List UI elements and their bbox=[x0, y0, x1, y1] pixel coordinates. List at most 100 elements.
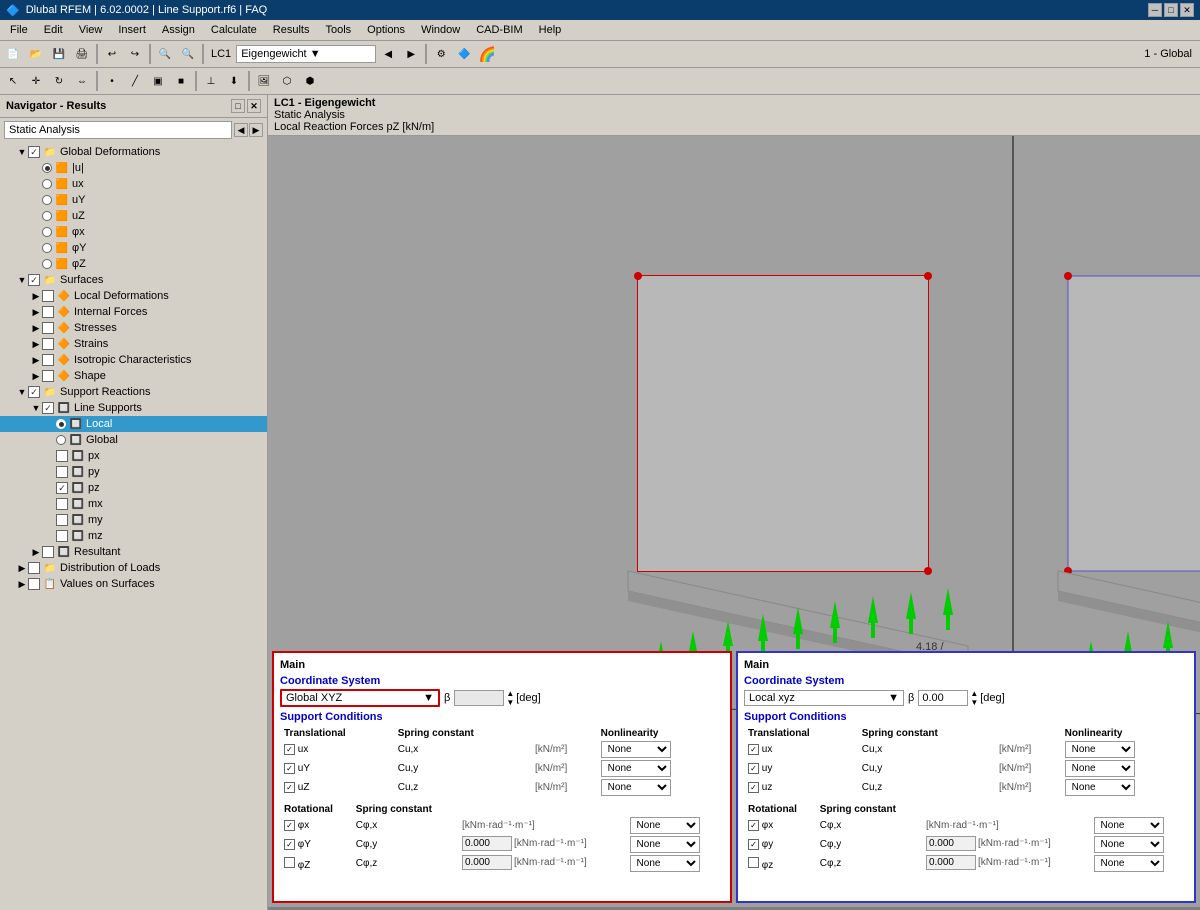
check-uy-left[interactable] bbox=[284, 763, 295, 774]
expand-line-supports[interactable]: ▼ bbox=[30, 402, 42, 414]
expand-surfaces[interactable]: ▼ bbox=[16, 274, 28, 286]
nonlin-uz-left[interactable]: None bbox=[601, 779, 671, 796]
view3d-button[interactable]: 🔷 bbox=[453, 43, 475, 65]
menu-cad-bim[interactable]: CAD-BIM bbox=[470, 22, 528, 38]
tree-item-my[interactable]: ▶ 🔲 my bbox=[0, 512, 267, 528]
tree-item-phiz[interactable]: ▶ 🟧 φZ bbox=[0, 256, 267, 272]
coord-system-dropdown-right[interactable]: Local xyz ▼ bbox=[744, 690, 904, 706]
phiy-val-right[interactable] bbox=[926, 836, 976, 851]
checkbox-mx[interactable] bbox=[56, 498, 68, 510]
beta-down-right[interactable]: ▼ bbox=[970, 698, 978, 707]
nav-search-input[interactable] bbox=[4, 121, 232, 139]
expand-isotropic[interactable]: ▶ bbox=[30, 354, 42, 366]
checkbox-support[interactable] bbox=[28, 386, 40, 398]
radio-phiz[interactable] bbox=[42, 259, 52, 269]
nonlin-phiz-right[interactable]: None bbox=[1094, 855, 1164, 872]
menu-tools[interactable]: Tools bbox=[319, 22, 357, 38]
nonlin-uy-left[interactable]: None bbox=[601, 760, 671, 777]
phiz-val-right[interactable] bbox=[926, 855, 976, 870]
nonlin-phix-right[interactable]: None bbox=[1094, 817, 1164, 834]
tree-item-distribution[interactable]: ▶ 📁 Distribution of Loads bbox=[0, 560, 267, 576]
checkbox-pz[interactable] bbox=[56, 482, 68, 494]
tree-item-internal-forces[interactable]: ▶ 🔶 Internal Forces bbox=[0, 304, 267, 320]
settings-button[interactable]: ⚙ bbox=[430, 43, 452, 65]
menu-insert[interactable]: Insert bbox=[112, 22, 152, 38]
check-phix-right[interactable] bbox=[748, 820, 759, 831]
checkbox-stresses[interactable] bbox=[42, 322, 54, 334]
render-button[interactable]: 🖼 bbox=[253, 70, 275, 92]
check-phiy-left[interactable] bbox=[284, 839, 295, 850]
menu-help[interactable]: Help bbox=[533, 22, 568, 38]
expand-support[interactable]: ▼ bbox=[16, 386, 28, 398]
expand-local-def[interactable]: ▶ bbox=[30, 290, 42, 302]
check-phiy-right[interactable] bbox=[748, 839, 759, 850]
nav-next-button[interactable]: ▶ bbox=[249, 123, 263, 137]
checkbox-local-def[interactable] bbox=[42, 290, 54, 302]
select-button[interactable]: ↖ bbox=[2, 70, 24, 92]
tree-item-phiy[interactable]: ▶ 🟧 φY bbox=[0, 240, 267, 256]
tree-item-phix[interactable]: ▶ 🟧 φx bbox=[0, 224, 267, 240]
tree-item-values-surfaces[interactable]: ▶ 📋 Values on Surfaces bbox=[0, 576, 267, 592]
check-uy-right[interactable] bbox=[748, 763, 759, 774]
radio-abs-u[interactable] bbox=[42, 163, 52, 173]
expand-stresses[interactable]: ▶ bbox=[30, 322, 42, 334]
checkbox-surfaces[interactable] bbox=[28, 274, 40, 286]
menu-file[interactable]: File bbox=[4, 22, 34, 38]
tree-item-px[interactable]: ▶ 🔲 px bbox=[0, 448, 267, 464]
tree-item-global-deformations[interactable]: ▼ 📁 Global Deformations bbox=[0, 144, 267, 160]
radio-ux[interactable] bbox=[42, 179, 52, 189]
check-ux-left[interactable] bbox=[284, 744, 295, 755]
checkbox-global-def[interactable] bbox=[28, 146, 40, 158]
expand-icon-global-def[interactable]: ▼ bbox=[16, 146, 28, 158]
nonlin-ux-left[interactable]: None bbox=[601, 741, 671, 758]
tree-item-resultant[interactable]: ▶ 🔲 Resultant bbox=[0, 544, 267, 560]
phiz-val-left[interactable] bbox=[462, 855, 512, 870]
maximize-button[interactable]: □ bbox=[1164, 3, 1178, 17]
zoom-out-button[interactable]: 🔍 bbox=[177, 43, 199, 65]
nonlin-ux-right[interactable]: None bbox=[1065, 741, 1135, 758]
nonlin-phix-left[interactable]: None bbox=[630, 817, 700, 834]
nonlin-uz-right[interactable]: None bbox=[1065, 779, 1135, 796]
tree-item-uy[interactable]: ▶ 🟧 uY bbox=[0, 192, 267, 208]
checkbox-px[interactable] bbox=[56, 450, 68, 462]
check-phiz-right[interactable] bbox=[748, 857, 759, 868]
nonlin-phiy-right[interactable]: None bbox=[1094, 836, 1164, 853]
wireframe-button[interactable]: ⬢ bbox=[299, 70, 321, 92]
check-phix-left[interactable] bbox=[284, 820, 295, 831]
open-button[interactable]: 📂 bbox=[25, 43, 47, 65]
tree-item-py[interactable]: ▶ 🔲 py bbox=[0, 464, 267, 480]
color-button[interactable]: 🌈 bbox=[476, 43, 498, 65]
prev-case-button[interactable]: ◀ bbox=[377, 43, 399, 65]
expand-strains[interactable]: ▶ bbox=[30, 338, 42, 350]
print-button[interactable]: 🖨 bbox=[71, 43, 93, 65]
tree-item-mz[interactable]: ▶ 🔲 mz bbox=[0, 528, 267, 544]
radio-uz[interactable] bbox=[42, 211, 52, 221]
tree-item-ux[interactable]: ▶ 🟧 ux bbox=[0, 176, 267, 192]
checkbox-shape[interactable] bbox=[42, 370, 54, 382]
menu-view[interactable]: View bbox=[73, 22, 109, 38]
tree-item-stresses[interactable]: ▶ 🔶 Stresses bbox=[0, 320, 267, 336]
expand-internal[interactable]: ▶ bbox=[30, 306, 42, 318]
tree-item-uz[interactable]: ▶ 🟧 uZ bbox=[0, 208, 267, 224]
check-uz-left[interactable] bbox=[284, 782, 295, 793]
new-button[interactable]: 📄 bbox=[2, 43, 24, 65]
menu-window[interactable]: Window bbox=[415, 22, 466, 38]
checkbox-my[interactable] bbox=[56, 514, 68, 526]
nav-close-button[interactable]: ✕ bbox=[247, 99, 261, 113]
menu-assign[interactable]: Assign bbox=[156, 22, 201, 38]
check-ux-right[interactable] bbox=[748, 744, 759, 755]
nonlin-phiz-left[interactable]: None bbox=[630, 855, 700, 872]
checkbox-mz[interactable] bbox=[56, 530, 68, 542]
nav-detach-button[interactable]: □ bbox=[231, 99, 245, 113]
tree-item-local[interactable]: ▶ 🔲 Local bbox=[0, 416, 267, 432]
load-button[interactable]: ⬇ bbox=[223, 70, 245, 92]
tree-item-strains[interactable]: ▶ 🔶 Strains bbox=[0, 336, 267, 352]
support-button[interactable]: ⊥ bbox=[200, 70, 222, 92]
check-phiz-left[interactable] bbox=[284, 857, 295, 868]
tree-item-surfaces[interactable]: ▼ 📁 Surfaces bbox=[0, 272, 267, 288]
beta-input-left[interactable] bbox=[454, 690, 504, 706]
beta-up-right[interactable]: ▲ bbox=[970, 689, 978, 698]
tree-item-mx[interactable]: ▶ 🔲 mx bbox=[0, 496, 267, 512]
radio-global[interactable] bbox=[56, 435, 66, 445]
radio-local[interactable] bbox=[56, 419, 66, 429]
